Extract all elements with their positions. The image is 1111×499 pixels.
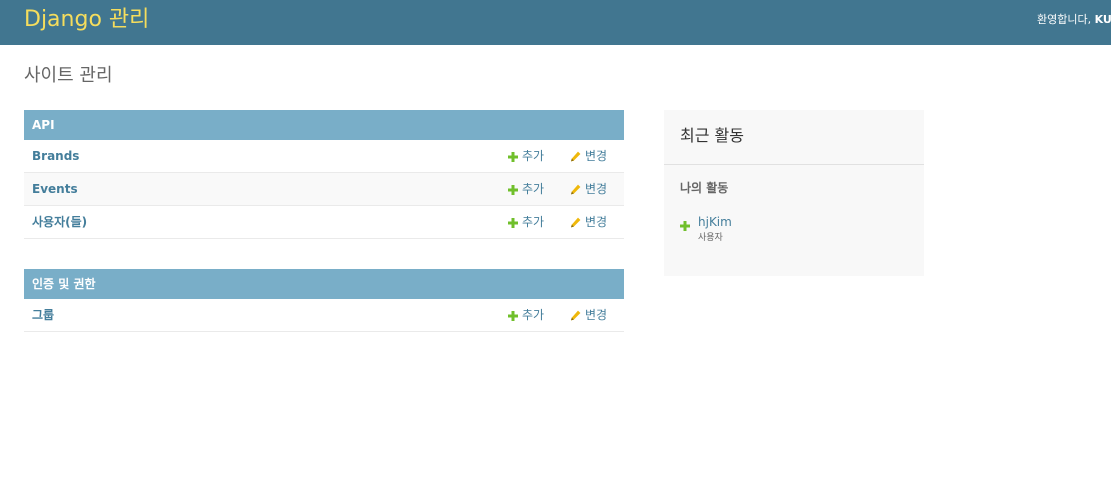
add-label: 추가 <box>522 215 545 229</box>
username: KUI <box>1094 13 1111 26</box>
add-icon <box>508 217 518 228</box>
app-module-auth: 인증 및 권한 그룹 추가 변경 <box>24 269 624 332</box>
add-icon <box>508 151 518 162</box>
add-label: 추가 <box>522 308 545 322</box>
model-row-users: 사용자(들) 추가 변경 <box>24 206 624 239</box>
site-branding[interactable]: Django 관리 <box>24 5 149 35</box>
add-brands-link[interactable]: 추가 <box>508 148 544 164</box>
action-object-link[interactable]: hjKim <box>698 214 732 230</box>
change-label: 변경 <box>585 149 608 163</box>
module-caption[interactable]: API <box>24 110 624 140</box>
add-label: 추가 <box>522 149 545 163</box>
change-label: 변경 <box>585 308 608 322</box>
add-label: 추가 <box>522 182 545 196</box>
change-label: 변경 <box>585 215 608 229</box>
add-icon <box>680 216 690 235</box>
header: Django 관리 환영합니다, KUI <box>0 0 1111 45</box>
recent-actions-title: 최근 활동 <box>680 126 744 145</box>
model-row-brands: Brands 추가 변경 <box>24 140 624 173</box>
change-events-link[interactable]: 변경 <box>570 181 607 197</box>
user-tools: 환영합니다, KUI <box>1037 13 1111 27</box>
add-events-link[interactable]: 추가 <box>508 181 544 197</box>
action-content-type: 사용자 <box>698 233 723 243</box>
add-icon <box>508 310 518 321</box>
model-link-events[interactable]: Events <box>32 181 78 197</box>
pencil-icon <box>570 151 581 162</box>
model-link-groups[interactable]: 그룹 <box>32 307 54 323</box>
module-caption[interactable]: 인증 및 권한 <box>24 269 624 299</box>
change-brands-link[interactable]: 변경 <box>570 148 607 164</box>
pencil-icon <box>570 184 581 195</box>
add-groups-link[interactable]: 추가 <box>508 307 544 323</box>
pencil-icon <box>570 217 581 228</box>
my-actions-title: 나의 활동 <box>680 181 729 195</box>
add-icon <box>508 184 518 195</box>
model-row-events: Events 추가 변경 <box>24 173 624 206</box>
divider <box>664 164 924 165</box>
app-module-api: API Brands 추가 변경 Events 추가 변경 사용자(들) 추가 … <box>24 110 624 239</box>
pencil-icon <box>570 310 581 321</box>
model-row-groups: 그룹 추가 변경 <box>24 299 624 332</box>
change-groups-link[interactable]: 변경 <box>570 307 607 323</box>
page-title: 사이트 관리 <box>24 65 113 86</box>
recent-actions-panel: 최근 활동 나의 활동 hjKim 사용자 <box>664 110 924 276</box>
model-link-brands[interactable]: Brands <box>32 148 79 164</box>
model-link-users[interactable]: 사용자(들) <box>32 214 87 230</box>
welcome-text: 환영합니다, <box>1037 13 1095 26</box>
add-users-link[interactable]: 추가 <box>508 214 544 230</box>
change-users-link[interactable]: 변경 <box>570 214 607 230</box>
change-label: 변경 <box>585 182 608 196</box>
